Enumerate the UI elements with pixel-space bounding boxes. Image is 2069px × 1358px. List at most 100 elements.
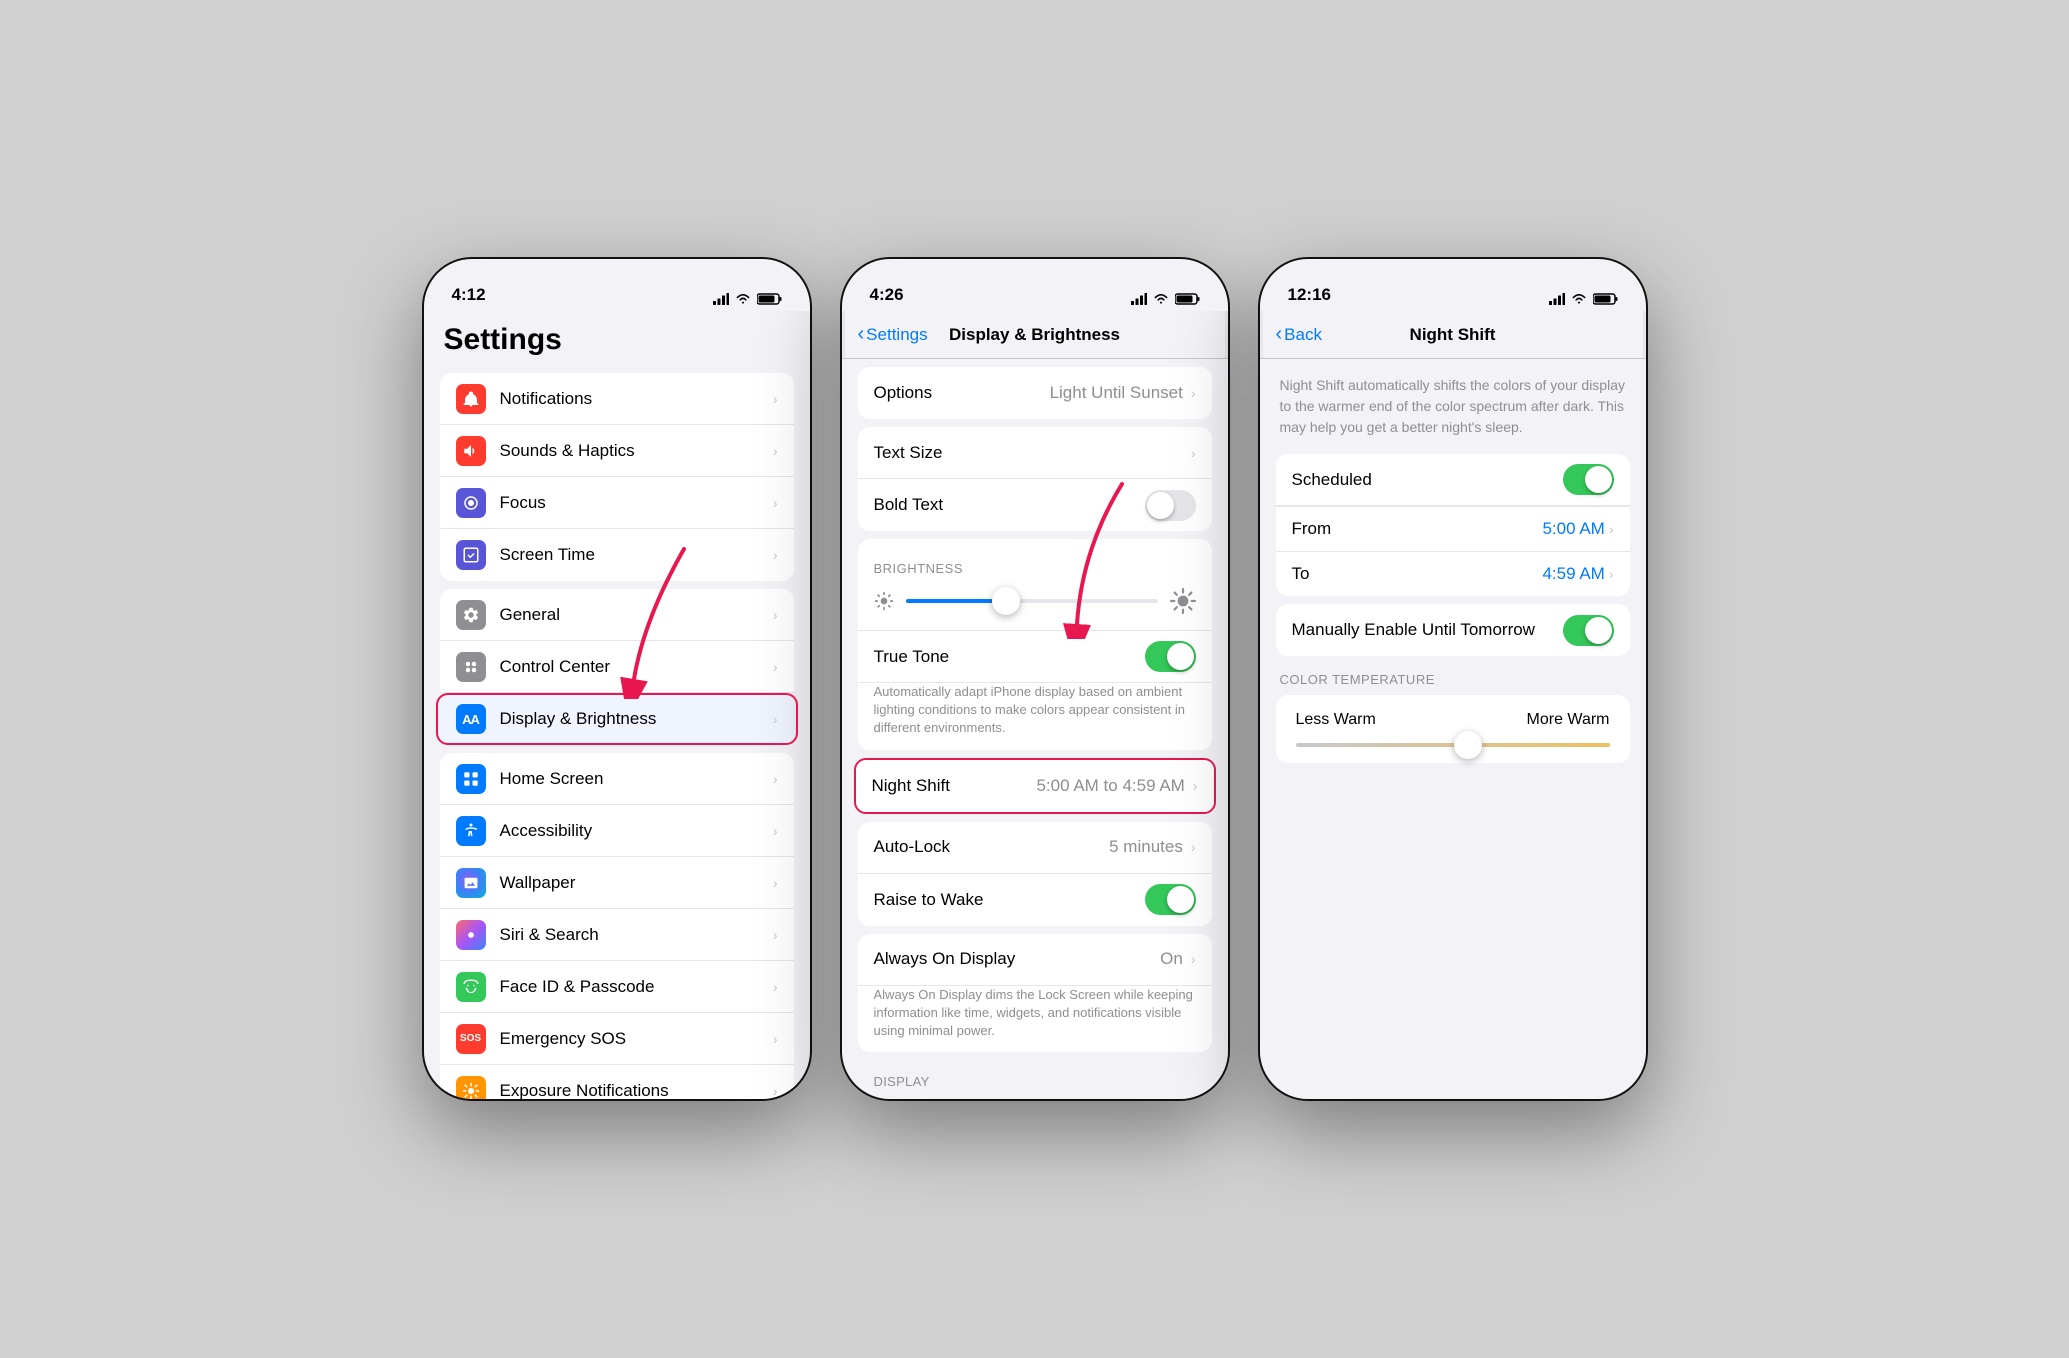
back-button-3[interactable]: ‹ Back xyxy=(1276,323,1322,346)
display-icon: AA xyxy=(456,704,486,734)
wallpaper-label: Wallpaper xyxy=(500,873,769,893)
exposure-icon xyxy=(456,1076,486,1100)
row-nightshift[interactable]: Night Shift 5:00 AM to 4:59 AM › xyxy=(856,760,1214,812)
nav-bar-3: ‹ Back Night Shift xyxy=(1260,311,1646,359)
row-autolock[interactable]: Auto-Lock 5 minutes › xyxy=(858,822,1212,874)
screentime-chevron: › xyxy=(773,547,778,563)
homescreen-chevron: › xyxy=(773,771,778,787)
row-faceid[interactable]: Face ID & Passcode › xyxy=(440,961,794,1013)
row-screentime[interactable]: Screen Time › xyxy=(440,529,794,581)
battery-icon xyxy=(757,293,782,305)
back-button-2[interactable]: ‹ Settings xyxy=(858,323,928,346)
wifi-icon-3 xyxy=(1571,293,1587,305)
color-temp-labels: Less Warm More Warm xyxy=(1296,711,1610,729)
row-wallpaper[interactable]: Wallpaper › xyxy=(440,857,794,909)
notifications-chevron: › xyxy=(773,391,778,407)
row-focus[interactable]: Focus › xyxy=(440,477,794,529)
autolock-label: Auto-Lock xyxy=(874,837,1110,857)
signal-icon-2 xyxy=(1131,293,1147,305)
to-row[interactable]: To 4:59 AM › xyxy=(1276,552,1630,596)
truetone-toggle[interactable] xyxy=(1145,641,1196,672)
back-chevron-2: ‹ xyxy=(858,323,865,346)
brightness-thumb[interactable] xyxy=(992,587,1020,615)
row-textsize[interactable]: Text Size › xyxy=(858,427,1212,479)
truetone-description: Automatically adapt iPhone display based… xyxy=(858,683,1212,750)
to-value-container[interactable]: 4:59 AM › xyxy=(1542,564,1613,584)
siri-icon xyxy=(456,920,486,950)
display-chevron: › xyxy=(773,711,778,727)
phone-3: 12:16 ‹ Back Night Shift Night Shift aut… xyxy=(1258,257,1648,1101)
row-sounds[interactable]: Sounds & Haptics › xyxy=(440,425,794,477)
night-shift-highlight-box: Night Shift 5:00 AM to 4:59 AM › xyxy=(854,758,1216,814)
row-controlcenter[interactable]: Control Center › xyxy=(440,641,794,693)
row-siri[interactable]: Siri & Search › xyxy=(440,909,794,961)
time-3: 12:16 xyxy=(1288,285,1331,305)
row-general[interactable]: General › xyxy=(440,589,794,641)
wallpaper-icon xyxy=(456,868,486,898)
controlcenter-chevron: › xyxy=(773,659,778,675)
more-warm-label: More Warm xyxy=(1527,711,1610,729)
color-temp-thumb[interactable] xyxy=(1454,731,1482,759)
row-boldtext[interactable]: Bold Text xyxy=(858,479,1212,531)
siri-chevron: › xyxy=(773,927,778,943)
nightshift-scroll[interactable]: Night Shift automatically shifts the col… xyxy=(1260,359,1646,1099)
alwayson-value: On xyxy=(1160,949,1183,969)
boldtext-label: Bold Text xyxy=(874,495,1145,515)
time-1: 4:12 xyxy=(452,285,486,305)
color-temp-slider[interactable] xyxy=(1296,743,1610,747)
homescreen-icon xyxy=(456,764,486,794)
exposure-chevron: › xyxy=(773,1083,778,1099)
scheduled-toggle[interactable] xyxy=(1563,464,1614,495)
settings-scroll-1[interactable]: Settings Notifications › Sounds & Haptic… xyxy=(424,311,810,1099)
screentime-label: Screen Time xyxy=(500,545,769,565)
from-to-container[interactable]: From 5:00 AM › To 4:59 AM › xyxy=(1276,506,1630,596)
row-alwayson[interactable]: Always On Display On › xyxy=(858,934,1212,986)
alwayson-chevron: › xyxy=(1191,951,1196,967)
from-chevron: › xyxy=(1609,521,1614,537)
settings-group-3: Home Screen › Accessibility › Wallpaper … xyxy=(440,753,794,1099)
row-accessibility[interactable]: Accessibility › xyxy=(440,805,794,857)
row-truetone[interactable]: True Tone xyxy=(858,631,1212,683)
manual-enable-toggle[interactable] xyxy=(1563,615,1614,646)
phone-2: 4:26 ‹ Settings Display & Brightness Opt… xyxy=(840,257,1230,1101)
row-options[interactable]: Options Light Until Sunset › xyxy=(858,367,1212,419)
display-scroll[interactable]: Options Light Until Sunset › Text Size ›… xyxy=(842,359,1228,1099)
faceid-icon xyxy=(456,972,486,1002)
from-label: From xyxy=(1292,519,1332,539)
status-icons-1 xyxy=(713,293,782,305)
row-emergencysos[interactable]: SOS Emergency SOS › xyxy=(440,1013,794,1065)
battery-icon-3 xyxy=(1593,293,1618,305)
truetone-label: True Tone xyxy=(874,647,1145,667)
brightness-slider[interactable] xyxy=(906,599,1158,603)
row-manual-enable[interactable]: Manually Enable Until Tomorrow xyxy=(1276,604,1630,656)
from-value-container[interactable]: 5:00 AM › xyxy=(1542,519,1613,539)
status-bar-1: 4:12 xyxy=(424,259,810,311)
status-bar-3: 12:16 xyxy=(1260,259,1646,311)
display-section-header: DISPLAY xyxy=(842,1060,1228,1095)
signal-icon-3 xyxy=(1549,293,1565,305)
homescreen-label: Home Screen xyxy=(500,769,769,789)
from-value: 5:00 AM xyxy=(1542,519,1604,539)
row-raisetowake[interactable]: Raise to Wake xyxy=(858,874,1212,926)
row-homescreen[interactable]: Home Screen › xyxy=(440,753,794,805)
nav-bar-2: ‹ Settings Display & Brightness xyxy=(842,311,1228,359)
alwayson-description: Always On Display dims the Lock Screen w… xyxy=(858,986,1212,1053)
row-scheduled[interactable]: Scheduled xyxy=(1276,454,1630,506)
row-notifications[interactable]: Notifications › xyxy=(440,373,794,425)
exposure-label: Exposure Notifications xyxy=(500,1081,769,1100)
boldtext-toggle[interactable] xyxy=(1145,490,1196,521)
nav-title-2: Display & Brightness xyxy=(949,325,1120,345)
row-exposure[interactable]: Exposure Notifications › xyxy=(440,1065,794,1099)
display-label: Display & Brightness xyxy=(500,709,769,729)
nightshift-value: 5:00 AM to 4:59 AM xyxy=(1036,776,1184,796)
emergencysos-label: Emergency SOS xyxy=(500,1029,769,1049)
raisetowake-toggle[interactable] xyxy=(1145,884,1196,915)
phone-1: 4:12 Settings Notifications › Sounds & H… xyxy=(422,257,812,1101)
emergencysos-icon: SOS xyxy=(456,1024,486,1054)
row-display[interactable]: AA Display & Brightness › xyxy=(440,693,794,745)
sounds-label: Sounds & Haptics xyxy=(500,441,769,461)
faceid-chevron: › xyxy=(773,979,778,995)
nightshift-label: Night Shift xyxy=(872,776,1037,796)
battery-icon-2 xyxy=(1175,293,1200,305)
sun-small-icon xyxy=(874,591,894,611)
